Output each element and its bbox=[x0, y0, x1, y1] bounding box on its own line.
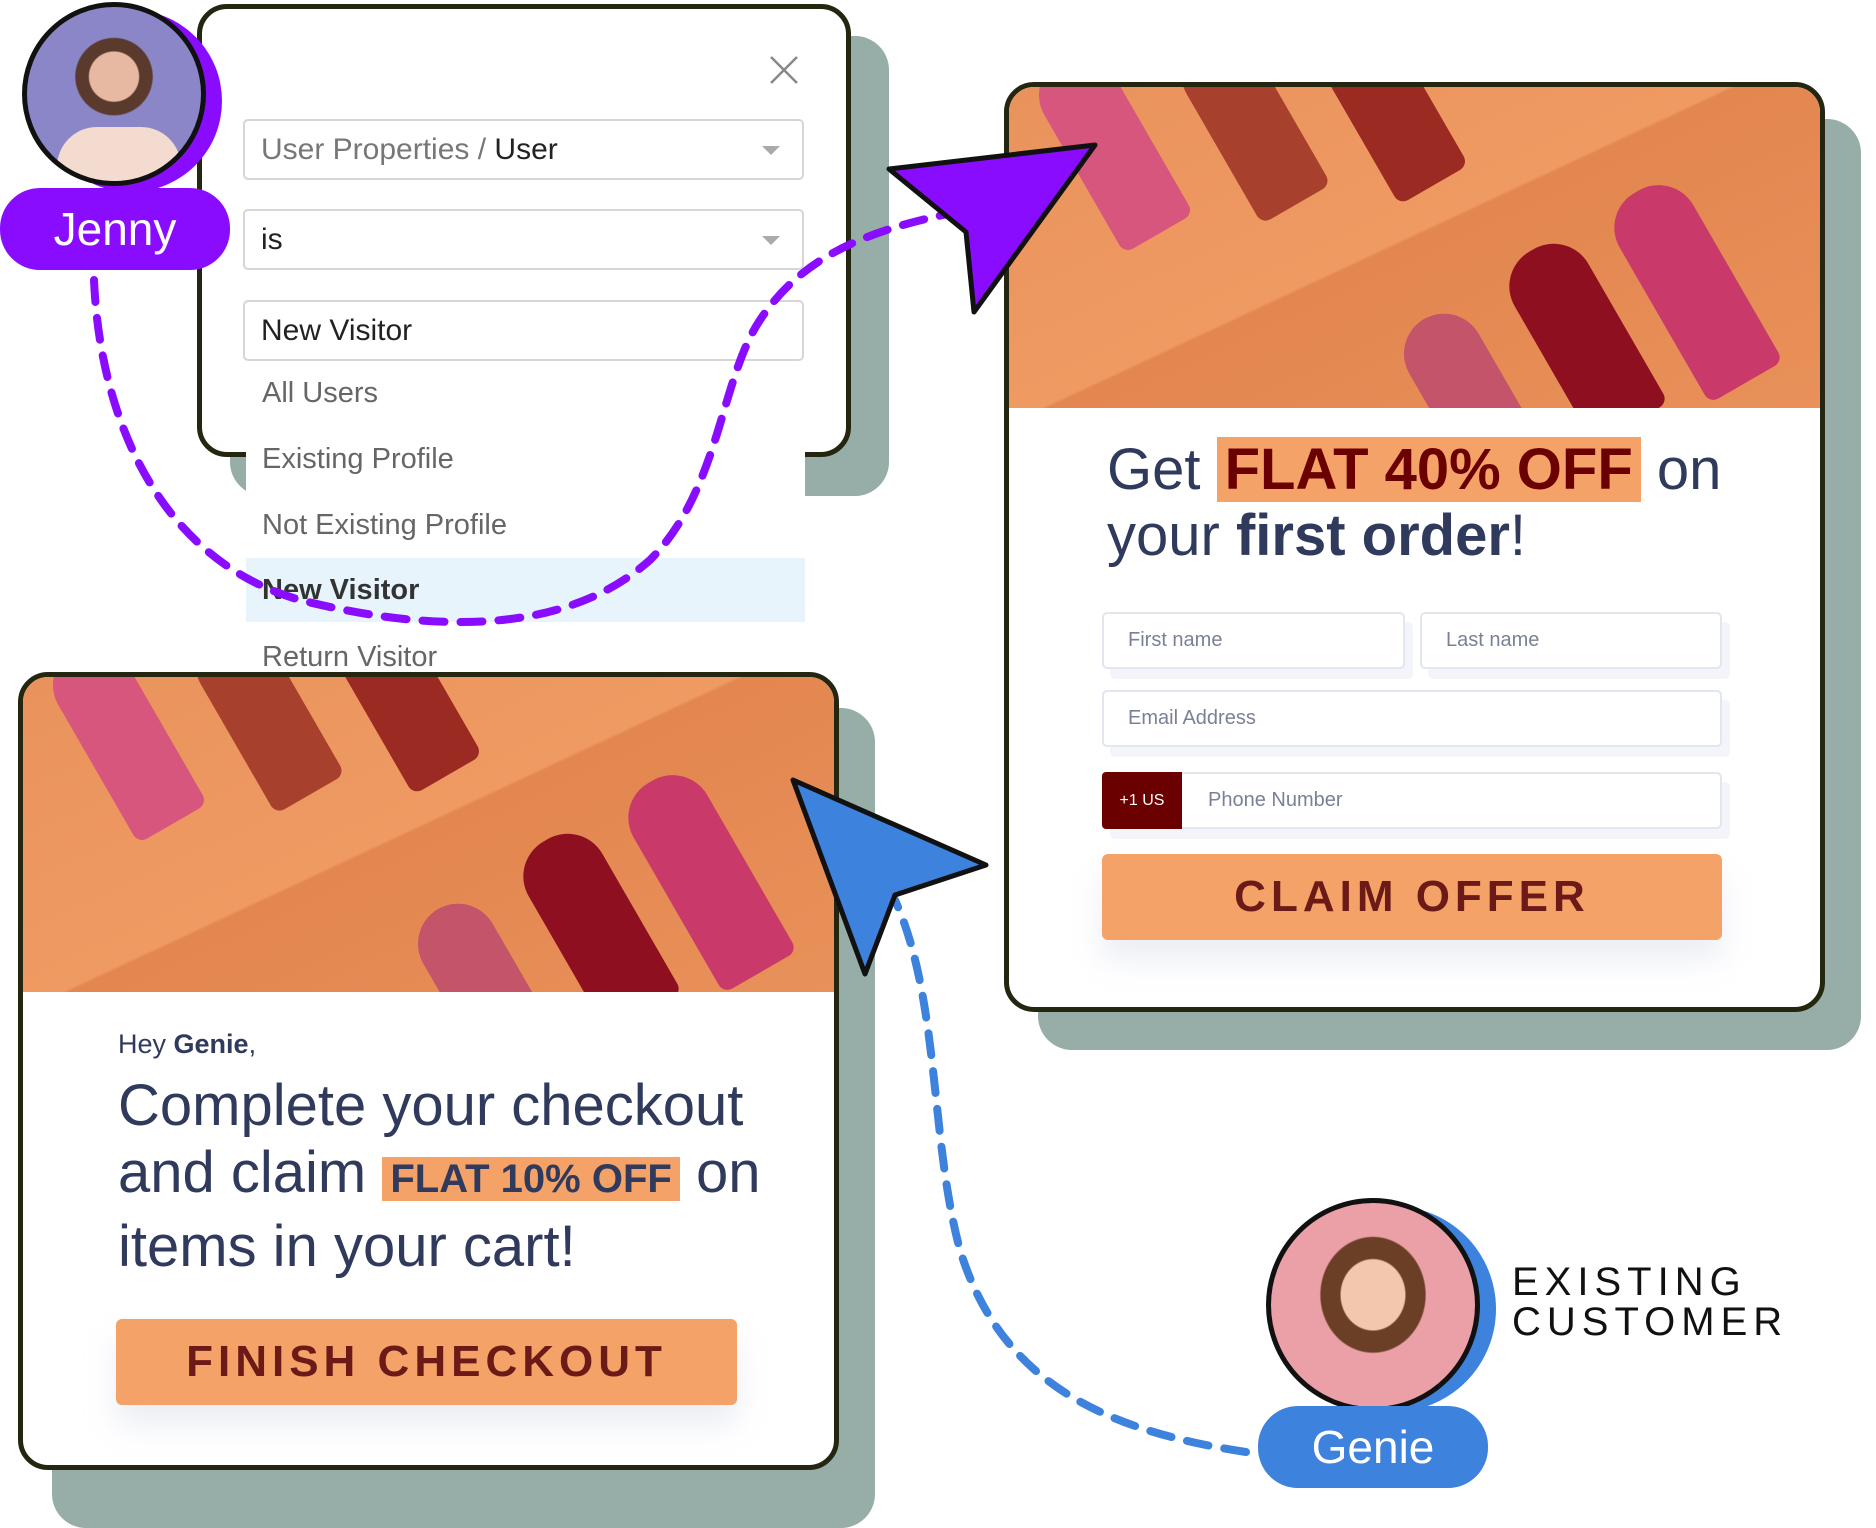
genie-label: Genie bbox=[1258, 1406, 1488, 1488]
purple-cursor-icon bbox=[886, 142, 1098, 315]
genie-dashed-path bbox=[891, 896, 1250, 1456]
genie-avatar bbox=[1266, 1198, 1480, 1412]
jenny-dashed-path bbox=[90, 206, 972, 626]
blue-cursor-icon bbox=[790, 777, 989, 977]
jenny-avatar bbox=[22, 2, 206, 186]
jenny-label: Jenny bbox=[0, 188, 230, 270]
existing-customer-label: EXISTING CUSTOMER bbox=[1512, 1260, 1789, 1344]
